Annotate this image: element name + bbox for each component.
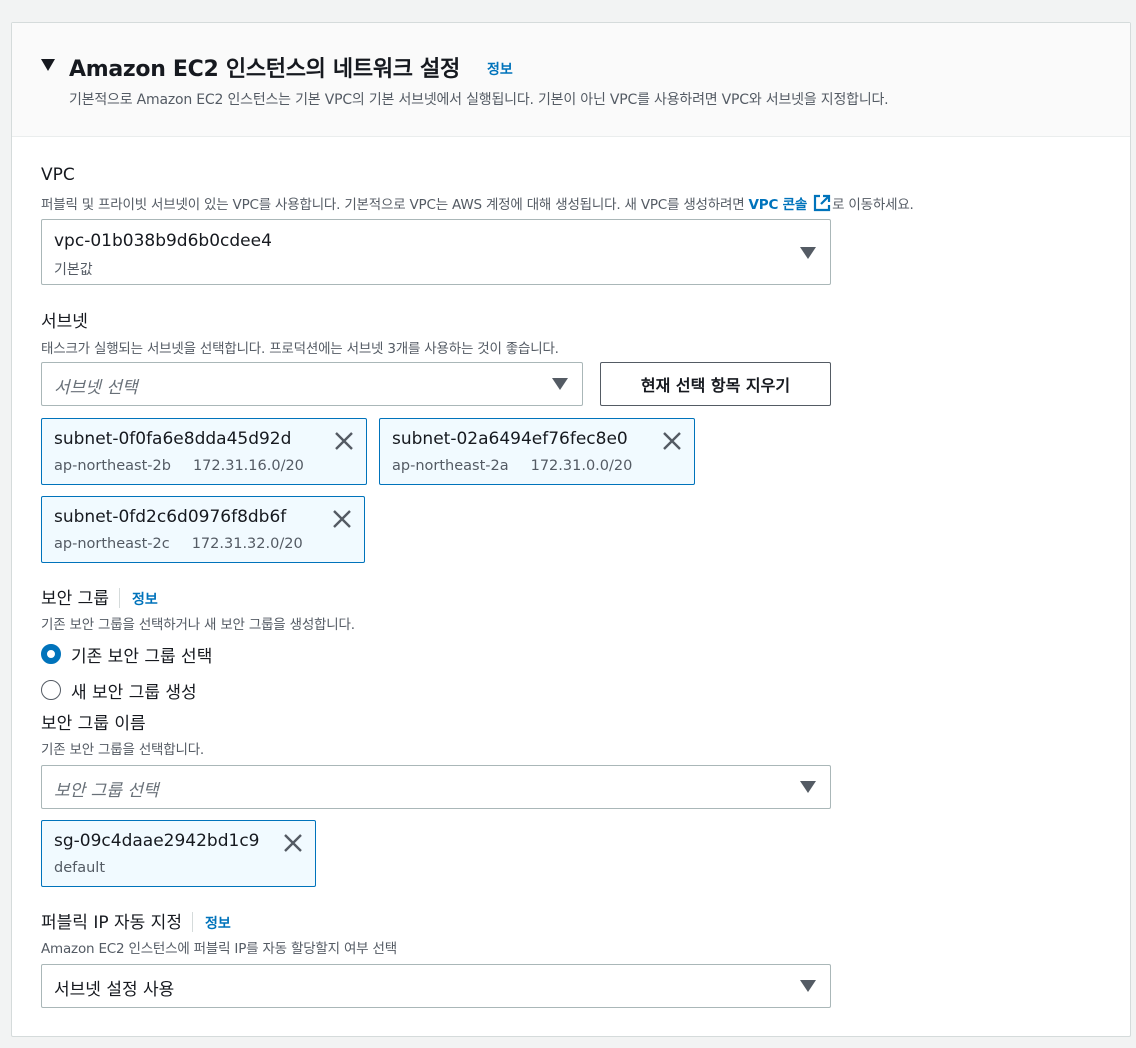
caret-down-icon [800,247,816,259]
subnet-token-az: ap-northeast-2b [54,458,171,474]
subnet-description: 태스크가 실행되는 서브넷을 선택합니다. 프로덕션에는 서브넷 3개를 사용하… [41,341,559,357]
caret-down-icon [800,980,816,992]
network-settings-panel: Amazon EC2 인스턴스의 네트워크 설정 정보 기본적으로 Amazon… [11,22,1131,1037]
header-info-link[interactable]: 정보 [487,59,513,79]
subnet-token-az: ap-northeast-2c [54,536,170,552]
vpc-selected-sub: 기본값 [54,262,93,278]
security-group-select[interactable]: 보안 그룹 선택 [41,765,831,809]
subnet-select[interactable]: 서브넷 선택 [41,362,583,406]
vpc-console-link[interactable]: VPC 콘솔 [749,194,833,213]
security-group-name-description: 기존 보안 그룹을 선택합니다. [41,742,205,758]
subnet-token: subnet-0fd2c6d0976f8db6f ap-northeast-2c… [41,496,365,563]
clear-selection-button[interactable]: 현재 선택 항목 지우기 [600,362,831,406]
vpc-selected-value: vpc-01b038b9d6b0cdee4 [54,231,272,251]
subnet-token-az: ap-northeast-2a [392,458,509,474]
security-group-placeholder: 보안 그룹 선택 [54,781,159,801]
new-security-group-label[interactable]: 새 보안 그룹 생성 [71,678,197,703]
security-group-token-name: default [54,860,106,876]
close-icon[interactable] [283,833,303,853]
vpc-description-suffix: 로 이동하세요. [832,197,914,213]
caret-down-icon [552,378,568,390]
vpc-description-text: 퍼블릭 및 프라이빗 서브넷이 있는 VPC를 사용합니다. 기본적으로 VPC… [41,197,749,213]
subnet-token-id: subnet-0f0fa6e8dda45d92d [54,429,292,449]
subnet-token-meta: ap-northeast-2a 172.31.0.0/20 [392,458,632,474]
public-ip-description: Amazon EC2 인스턴스에 퍼블릭 IP를 자동 할당할지 여부 선택 [41,941,397,957]
public-ip-label: 퍼블릭 IP 자동 지정 정보 [41,908,231,933]
panel-title: Amazon EC2 인스턴스의 네트워크 설정 [69,57,460,82]
caret-down-icon [800,781,816,793]
public-ip-select[interactable]: 서브넷 설정 사용 [41,964,831,1008]
security-group-label-text: 보안 그룹 [41,589,109,609]
subnet-token-meta: ap-northeast-2c 172.31.32.0/20 [54,536,303,552]
security-group-info-link[interactable]: 정보 [132,592,158,608]
subnet-token-id: subnet-02a6494ef76fec8e0 [392,429,628,449]
external-link-icon[interactable] [813,194,831,212]
subnet-token-cidr: 172.31.32.0/20 [191,536,303,552]
subnet-token-cidr: 172.31.0.0/20 [530,458,633,474]
vpc-description: 퍼블릭 및 프라이빗 서브넷이 있는 VPC를 사용합니다. 기본적으로 VPC… [41,193,914,213]
subnet-token-id: subnet-0fd2c6d0976f8db6f [54,507,287,527]
subnet-token-meta: ap-northeast-2b 172.31.16.0/20 [54,458,304,474]
expand-caret-icon[interactable] [41,59,55,71]
close-icon[interactable] [334,431,354,451]
subnet-placeholder: 서브넷 선택 [54,378,138,398]
vpc-select[interactable]: vpc-01b038b9d6b0cdee4 기본값 [41,219,831,285]
security-group-name-label: 보안 그룹 이름 [41,714,146,734]
existing-security-group-radio[interactable] [41,644,61,664]
close-icon[interactable] [332,509,352,529]
panel-header: Amazon EC2 인스턴스의 네트워크 설정 정보 기본적으로 Amazon… [12,23,1130,137]
public-ip-info-link[interactable]: 정보 [205,916,231,932]
panel-description: 기본적으로 Amazon EC2 인스턴스는 기본 VPC의 기본 서브넷에서 … [69,92,889,108]
close-icon[interactable] [662,431,682,451]
subnet-label: 서브넷 [41,312,88,332]
vpc-label: VPC [41,165,75,185]
security-group-token: sg-09c4daae2942bd1c9 default [41,820,316,887]
public-ip-label-text: 퍼블릭 IP 자동 지정 [41,913,182,933]
existing-security-group-label[interactable]: 기존 보안 그룹 선택 [71,642,212,667]
security-group-token-id: sg-09c4daae2942bd1c9 [54,831,260,851]
subnet-token: subnet-02a6494ef76fec8e0 ap-northeast-2a… [379,418,695,485]
security-group-description: 기존 보안 그룹을 선택하거나 새 보안 그룹을 생성합니다. [41,617,355,633]
divider [191,912,193,932]
subnet-token: subnet-0f0fa6e8dda45d92d ap-northeast-2b… [41,418,367,485]
subnet-token-cidr: 172.31.16.0/20 [192,458,304,474]
public-ip-selected-value: 서브넷 설정 사용 [54,980,175,1000]
divider [118,588,120,608]
new-security-group-radio[interactable] [41,680,61,700]
security-group-label: 보안 그룹 정보 [41,584,158,609]
vpc-console-link-label[interactable]: VPC 콘솔 [749,197,808,213]
